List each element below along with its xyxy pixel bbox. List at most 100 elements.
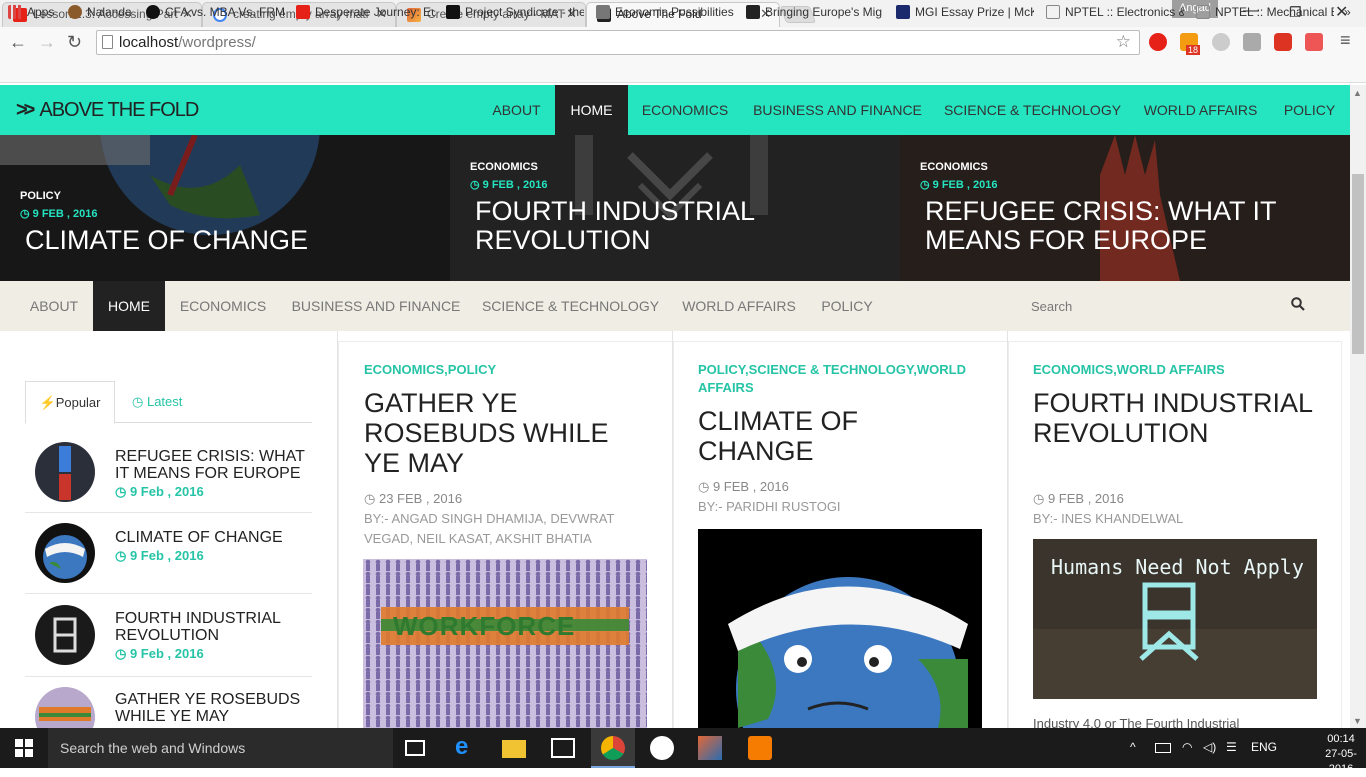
nav-policy[interactable]: POLICY [1269, 85, 1350, 135]
taskbar-search-input[interactable]: Search the web and Windows [48, 728, 393, 768]
gear-extension-icon[interactable] [1243, 33, 1261, 51]
post-image[interactable]: Humans Need Not Apply [1033, 539, 1317, 699]
hero-date: ◷ 9 FEB , 2016 [470, 179, 548, 191]
post-image[interactable]: WORKFORCE [363, 559, 647, 728]
url-host: localhost [119, 34, 179, 51]
nav2-home[interactable]: HOME [93, 281, 165, 331]
bookmark-economic-possibilities[interactable]: Economic Possibilities [596, 5, 734, 19]
post-byline: BY:- INES KHANDELWAL [1033, 511, 1184, 526]
address-bar[interactable]: localhost/wordpress/ ☆ [96, 30, 1140, 55]
page-icon [102, 35, 113, 49]
sidebar-item-date: ◷ 9 Feb , 2016 [115, 548, 204, 563]
extension-icon[interactable] [1305, 33, 1323, 51]
taskbar-clock[interactable]: 00:14 27-05-2016 [1316, 732, 1366, 777]
hero-title[interactable]: FOURTH INDUSTRIAL REVOLUTION [475, 197, 895, 255]
back-icon[interactable]: ← [9, 32, 27, 53]
post-date: ◷ 9 FEB , 2016 [698, 479, 789, 494]
thumbnail [35, 442, 95, 502]
nav2-economics[interactable]: ECONOMICS [165, 281, 281, 331]
scroll-up-icon[interactable]: ▲ [1353, 88, 1362, 98]
nav2-about[interactable]: ABOUT [15, 281, 93, 331]
nav2-business-finance[interactable]: BUSINESS AND FINANCE [281, 281, 471, 331]
sidebar-item[interactable]: CLIMATE OF CHANGE ◷ 9 Feb , 2016 [25, 513, 312, 594]
hero-title[interactable]: CLIMATE OF CHANGE [25, 226, 445, 255]
hero-slide-climate[interactable]: POLICY ◷ 9 FEB , 2016 CLIMATE OF CHANGE [0, 135, 450, 281]
pushbullet-icon[interactable] [1274, 33, 1292, 51]
hero-slide-refugee[interactable]: ECONOMICS ◷ 9 FEB , 2016 REFUGEE CRISIS:… [900, 135, 1350, 281]
itunes-icon[interactable] [650, 736, 674, 760]
nav2-world-affairs[interactable]: WORLD AFFAIRS [670, 281, 808, 331]
tray-chevron-icon[interactable]: ^ [1130, 740, 1136, 754]
url-path: /wordpress/ [178, 34, 256, 51]
bookmark-star-icon[interactable]: ☆ [1116, 32, 1131, 52]
post-image-text: WORKFORCE [393, 611, 576, 641]
nav-world-affairs[interactable]: WORLD AFFAIRS [1132, 85, 1269, 135]
nav-science-technology[interactable]: SCIENCE & TECHNOLOGY [933, 85, 1132, 135]
search-icon[interactable] [1291, 297, 1305, 311]
tab-popular[interactable]: ⚡Popular [25, 381, 115, 424]
sidebar-item[interactable]: FOURTH INDUSTRIAL REVOLUTION ◷ 9 Feb , 2… [25, 594, 312, 677]
opera-extension-icon[interactable] [1149, 33, 1167, 51]
file-explorer-icon[interactable] [502, 740, 526, 758]
sidebar-item-title[interactable]: REFUGEE CRISIS: WHAT IT MEANS FOR EUROPE [115, 448, 315, 482]
post-image-text: Humans Need Not Apply [1051, 555, 1304, 579]
hero-date: ◷ 9 FEB , 2016 [920, 179, 998, 191]
site-logo[interactable]: >> ABOVE THE FOLD [16, 99, 199, 122]
wifi-icon[interactable]: ◠ [1182, 740, 1192, 754]
post-title[interactable]: GATHER YE ROSEBUDS WHILE YE MAY [364, 388, 646, 478]
nav-business-finance[interactable]: BUSINESS AND FINANCE [742, 85, 933, 135]
forward-icon[interactable]: → [38, 32, 56, 53]
windows-start-icon[interactable] [15, 739, 33, 757]
bookmark-cfa[interactable]: CFA vs. MBA Vs. FRM: [146, 5, 284, 19]
bookmark-bringing-europe[interactable]: Bringing Europe's Mig [746, 5, 884, 19]
search-input[interactable]: Search [1031, 299, 1072, 314]
post-categories[interactable]: ECONOMICS,POLICY [364, 361, 644, 379]
hero-title[interactable]: REFUGEE CRISIS: WHAT IT MEANS FOR EUROPE [925, 197, 1345, 255]
notification-icon[interactable]: ☰ [1226, 740, 1237, 754]
nav2-science-technology[interactable]: SCIENCE & TECHNOLOGY [471, 281, 670, 331]
edge-icon[interactable]: e [455, 733, 479, 760]
language-indicator[interactable]: ENG [1251, 740, 1277, 754]
bookmark-nptel-mechanical[interactable]: NPTEL :: Mechanical E [1196, 5, 1334, 19]
hero-category[interactable]: POLICY [20, 190, 61, 202]
volume-icon[interactable]: ◁) [1203, 740, 1216, 754]
post-categories[interactable]: ECONOMICS,WORLD AFFAIRS [1033, 361, 1315, 379]
hero-category[interactable]: ECONOMICS [920, 161, 988, 173]
extension-icon[interactable] [1212, 33, 1230, 51]
sidebar-item-title[interactable]: GATHER YE ROSEBUDS WHILE YE MAY [115, 691, 315, 725]
bookmark-mgi[interactable]: MGI Essay Prize | McK [896, 5, 1034, 19]
sidebar-item[interactable]: GATHER YE ROSEBUDS WHILE YE MAY [25, 677, 315, 747]
nav-home[interactable]: HOME [555, 85, 628, 135]
bookmark-desperate-journey[interactable]: Desperate Journey: Eu [296, 5, 436, 19]
bookmark-nptel-electronics[interactable]: NPTEL :: Electronics & [1046, 5, 1184, 19]
post-title[interactable]: FOURTH INDUSTRIAL REVOLUTION [1033, 388, 1315, 448]
battery-icon[interactable] [1155, 743, 1171, 753]
sidebar-item-date: ◷ 9 Feb , 2016 [115, 484, 204, 499]
scroll-down-icon[interactable]: ▼ [1353, 716, 1362, 726]
hero-category[interactable]: ECONOMICS [470, 161, 538, 173]
sidebar-item-title[interactable]: CLIMATE OF CHANGE [115, 529, 315, 546]
thumbnail [35, 605, 95, 665]
bookmark-apps[interactable]: Apps [8, 5, 64, 19]
post-title[interactable]: CLIMATE OF CHANGE [698, 406, 980, 466]
task-view-icon[interactable] [405, 740, 425, 756]
post-image[interactable] [698, 529, 982, 728]
post-categories[interactable]: POLICY,SCIENCE & TECHNOLOGY,WORLD AFFAIR… [698, 361, 980, 397]
reload-icon[interactable]: ↻ [67, 32, 82, 53]
tab-latest[interactable]: ◷ Latest [132, 381, 182, 424]
nav-economics[interactable]: ECONOMICS [628, 85, 742, 135]
scrollbar-thumb[interactable] [1352, 174, 1364, 354]
bookmark-nalanda[interactable]: Nalanda [68, 5, 138, 19]
bookmark-project-syndicate[interactable]: Project Syndicate - the [446, 5, 584, 19]
hero-slide-fourth-industrial[interactable]: ECONOMICS ◷ 9 FEB , 2016 FOURTH INDUSTRI… [450, 135, 900, 281]
nav2-policy[interactable]: POLICY [808, 281, 886, 331]
menu-icon[interactable]: ≡ [1340, 30, 1351, 51]
thumbnail [35, 523, 95, 583]
xampp-icon[interactable] [748, 736, 772, 760]
matlab-taskbar-icon[interactable] [698, 736, 722, 760]
more-bookmarks-icon[interactable]: » [1344, 5, 1364, 19]
store-icon[interactable] [551, 738, 575, 758]
sidebar-item[interactable]: REFUGEE CRISIS: WHAT IT MEANS FOR EUROPE… [25, 432, 312, 513]
nav-about[interactable]: ABOUT [478, 85, 555, 135]
sidebar-item-title[interactable]: FOURTH INDUSTRIAL REVOLUTION [115, 610, 315, 644]
